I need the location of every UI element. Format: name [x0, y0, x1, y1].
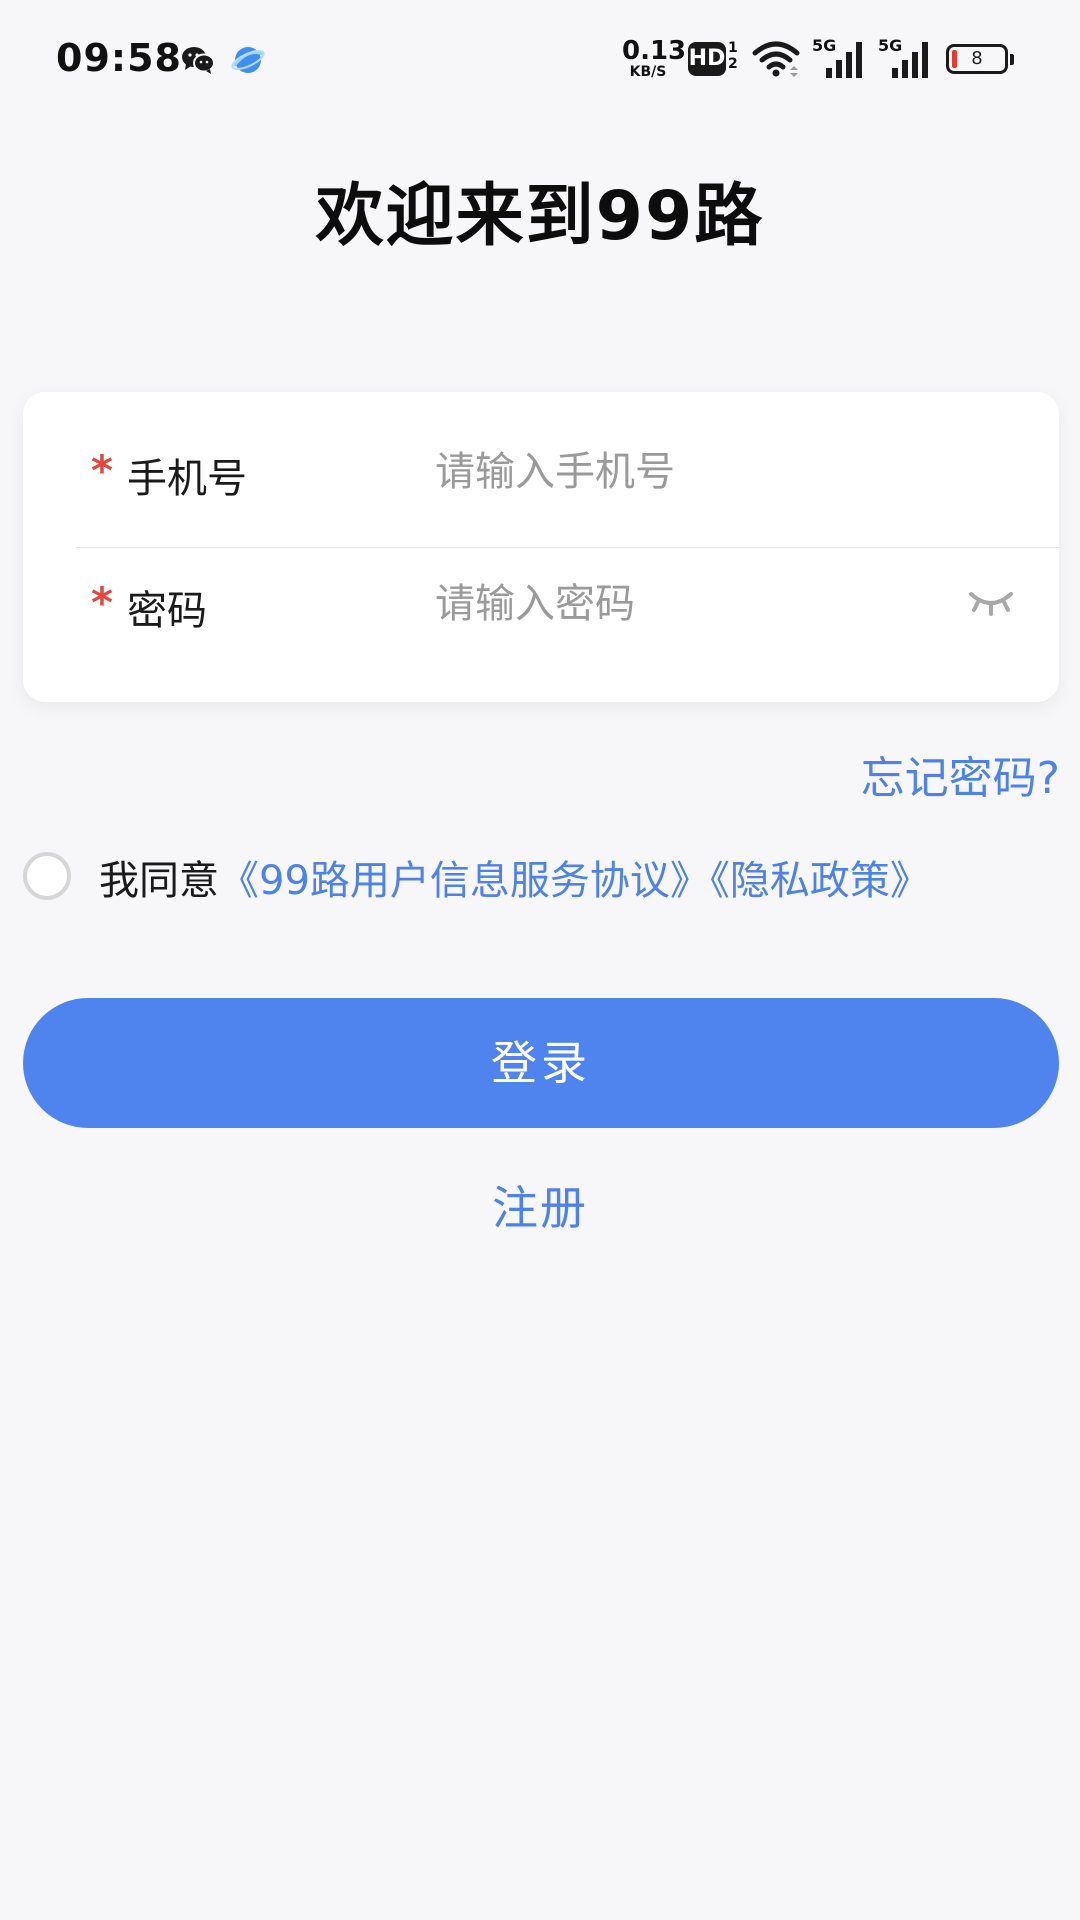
login-form-card: * 手机号 * 密码: [23, 392, 1059, 702]
terms-link[interactable]: 《99路用户信息服务协议》: [219, 858, 710, 904]
password-row: * 密码: [23, 548, 1059, 678]
hd-sub-label: 1 2: [728, 40, 738, 72]
eye-closed-icon[interactable]: [968, 584, 1014, 624]
phone-input[interactable]: [435, 442, 935, 502]
password-input[interactable]: [435, 574, 915, 634]
required-mark: *: [91, 578, 113, 627]
password-label: 密码: [127, 588, 207, 634]
required-mark: *: [91, 446, 113, 495]
agreement-text: 我同意《99路用户信息服务协议》《隐私政策》: [99, 848, 930, 906]
signal-icon: 5G: [812, 36, 868, 80]
wechat-icon: [182, 47, 215, 74]
login-button[interactable]: 登录: [23, 998, 1059, 1128]
privacy-link[interactable]: 《隐私政策》: [710, 858, 930, 904]
net-speed: 0.13 KB/S: [622, 36, 687, 80]
battery-level: 8: [971, 48, 983, 69]
battery-icon: 8: [946, 44, 1014, 74]
page-title: 欢迎来到99路: [315, 177, 765, 256]
wifi-icon: [752, 41, 800, 77]
net-speed-value: 0.13: [622, 36, 687, 66]
hd-badge: HD: [688, 42, 726, 76]
agreement-row: 我同意《99路用户信息服务协议》《隐私政策》: [23, 848, 1063, 908]
agreement-checkbox[interactable]: [23, 852, 71, 900]
signal-icon: 5G: [878, 36, 934, 80]
browser-icon: [231, 47, 265, 73]
net-speed-unit: KB/S: [629, 64, 667, 80]
register-link[interactable]: 注册: [0, 1172, 1080, 1238]
phone-row: * 手机号: [23, 416, 1059, 546]
agreement-prefix: 我同意: [99, 858, 219, 904]
status-time: 09:58: [56, 36, 182, 80]
forgot-password-link[interactable]: 忘记密码?: [861, 742, 1060, 806]
phone-label: 手机号: [127, 456, 247, 502]
status-bar: 09:58 0.13 KB/S HD 1 2 5G 5G 8: [0, 0, 1080, 120]
